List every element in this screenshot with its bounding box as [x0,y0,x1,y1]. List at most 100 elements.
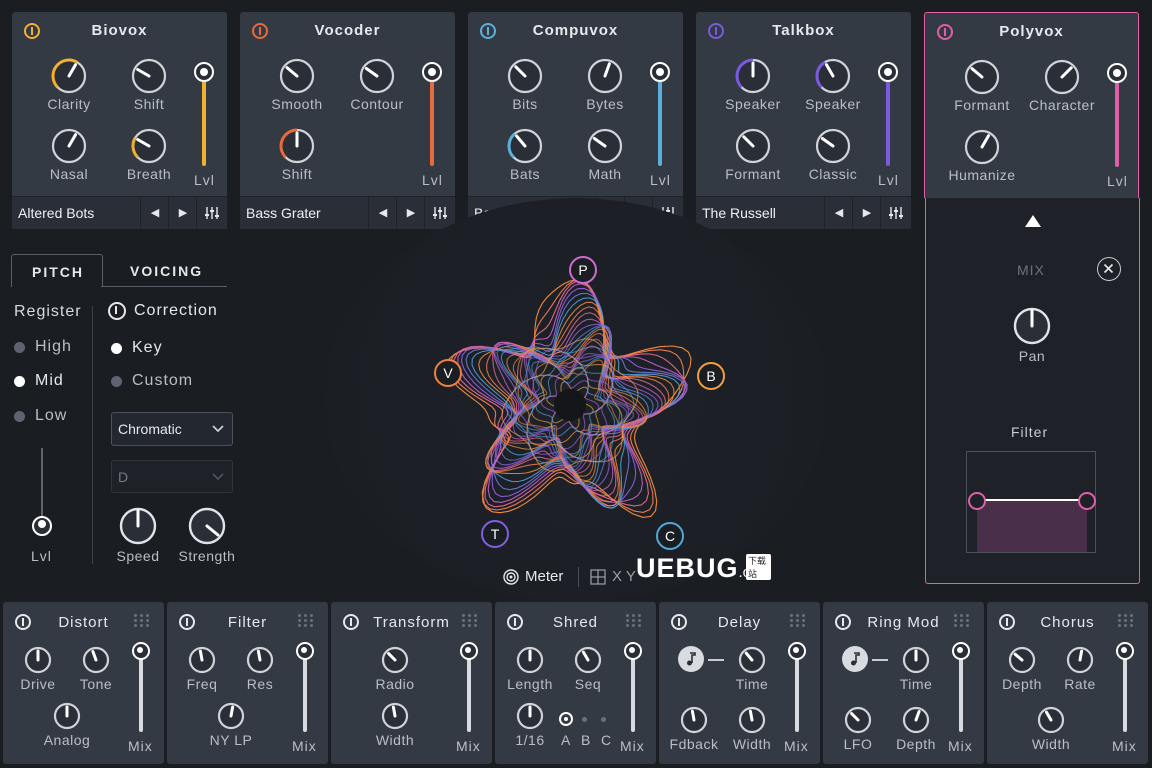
node-v[interactable]: V [434,359,462,387]
knob-depth[interactable]: Depth [896,706,935,752]
knob-res[interactable]: Res [243,646,277,692]
filter-graph[interactable] [966,451,1096,553]
knob-rate[interactable]: Rate [1063,646,1097,692]
knob-contour[interactable]: Contour [342,58,412,112]
xy-button[interactable]: X Y [590,568,636,585]
voice-visualizer[interactable] [400,245,740,565]
knob-depth[interactable]: Depth [1002,646,1041,692]
preset-next-button[interactable]: ▶ [168,197,197,229]
knob-bits[interactable]: Bits [490,58,560,112]
knob-math[interactable]: Math [570,128,640,182]
mix-slider[interactable] [295,640,315,740]
mix-slider[interactable] [787,640,807,740]
knob-1-16[interactable]: 1/16 [513,702,547,748]
knob-classic[interactable]: Classic [798,128,868,182]
pan-knob[interactable]: Pan [1006,306,1058,364]
knob-speaker[interactable]: Speaker [718,58,788,112]
knob-width[interactable]: Width [733,706,771,752]
level-slider[interactable] [1105,61,1129,191]
knob-ny-lp[interactable]: NY LP [210,702,252,748]
note-sync-button[interactable] [678,646,704,672]
knob-drive[interactable]: Drive [20,646,55,692]
knob-radio[interactable]: Radio [375,646,414,692]
grip-icon[interactable] [462,614,480,628]
knob-speaker[interactable]: Speaker [798,58,868,112]
preset-name[interactable]: The Russell [702,205,776,221]
preset-next-button[interactable]: ▶ [396,197,425,229]
note-sync-button[interactable] [842,646,868,672]
strength-knob[interactable]: Strength [174,506,240,564]
grip-icon[interactable] [954,614,972,628]
triangle-up-icon[interactable] [1024,214,1042,228]
scale-dropdown[interactable]: Chromatic [111,412,233,446]
knob-analog[interactable]: Analog [44,702,90,748]
node-p[interactable]: P [569,256,597,284]
level-label: Lvl [878,172,899,188]
node-t[interactable]: T [481,520,509,548]
preset-prev-button[interactable]: ◀ [368,197,397,229]
knob-formant[interactable]: Formant [718,128,788,182]
register-high[interactable]: High [14,338,72,356]
grip-icon[interactable] [298,614,316,628]
knob-humanize[interactable]: Humanize [947,129,1017,183]
mix-label: Mix [948,738,973,754]
preset-settings-button[interactable] [880,197,911,229]
knob-bats[interactable]: Bats [490,128,560,182]
mix-slider[interactable] [459,640,479,740]
node-b[interactable]: B [697,362,725,390]
grip-icon[interactable] [790,614,808,628]
register-mid[interactable]: Mid [14,372,64,390]
key-dropdown[interactable]: D [111,460,233,493]
knob-smooth[interactable]: Smooth [262,58,332,112]
level-slider[interactable] [192,60,216,190]
preset-settings-button[interactable] [196,197,227,229]
preset-prev-button[interactable]: ◀ [140,197,169,229]
knob-lfo[interactable]: LFO [841,706,875,752]
knob-nasal[interactable]: Nasal [34,128,104,182]
knob-tone[interactable]: Tone [79,646,113,692]
mix-slider[interactable] [1115,640,1135,740]
level-slider[interactable] [420,60,444,190]
grip-icon[interactable] [134,614,152,628]
level-slider[interactable] [876,60,900,190]
knob-bytes[interactable]: Bytes [570,58,640,112]
mix-slider[interactable] [623,640,643,740]
knob-length[interactable]: Length [507,646,552,692]
knob-breath[interactable]: Breath [114,128,184,182]
filter-handle-high[interactable] [1078,492,1096,510]
speed-knob[interactable]: Speed [112,506,164,564]
mode-key[interactable]: Key [111,339,163,357]
knob-time[interactable]: Time [735,646,769,692]
knob-width[interactable]: Width [376,702,414,748]
knob-time[interactable]: Time [899,646,933,692]
pattern-selector[interactable]: ABC [559,710,611,750]
node-c[interactable]: C [656,522,684,550]
filter-handle-low[interactable] [968,492,986,510]
close-button[interactable] [1097,257,1121,281]
grip-icon[interactable] [1118,614,1136,628]
knob-shift[interactable]: Shift [262,128,332,182]
level-slider[interactable] [648,60,672,190]
pitch-tab[interactable]: PITCH [11,254,103,287]
pitch-level-slider[interactable] [32,448,52,540]
knob-width[interactable]: Width [1032,706,1070,752]
knob-freq[interactable]: Freq [185,646,219,692]
grip-icon[interactable] [626,614,644,628]
preset-next-button[interactable]: ▶ [852,197,881,229]
meter-button[interactable]: Meter [503,568,563,585]
knob-shift[interactable]: Shift [114,58,184,112]
knob-seq[interactable]: Seq [571,646,605,692]
preset-name[interactable]: Altered Bots [18,205,94,221]
mix-slider[interactable] [951,640,971,740]
correction-toggle[interactable]: Correction [108,302,218,320]
voicing-tab[interactable]: VOICING [112,254,222,286]
mix-slider[interactable] [131,640,151,740]
preset-prev-button[interactable]: ◀ [824,197,853,229]
knob-fdback[interactable]: Fdback [670,706,718,752]
knob-character[interactable]: Character [1019,59,1105,113]
mode-custom[interactable]: Custom [111,372,193,390]
knob-formant[interactable]: Formant [947,59,1017,113]
preset-name[interactable]: Bass Grater [246,205,321,221]
knob-clarity[interactable]: Clarity [34,58,104,112]
register-low[interactable]: Low [14,407,67,425]
